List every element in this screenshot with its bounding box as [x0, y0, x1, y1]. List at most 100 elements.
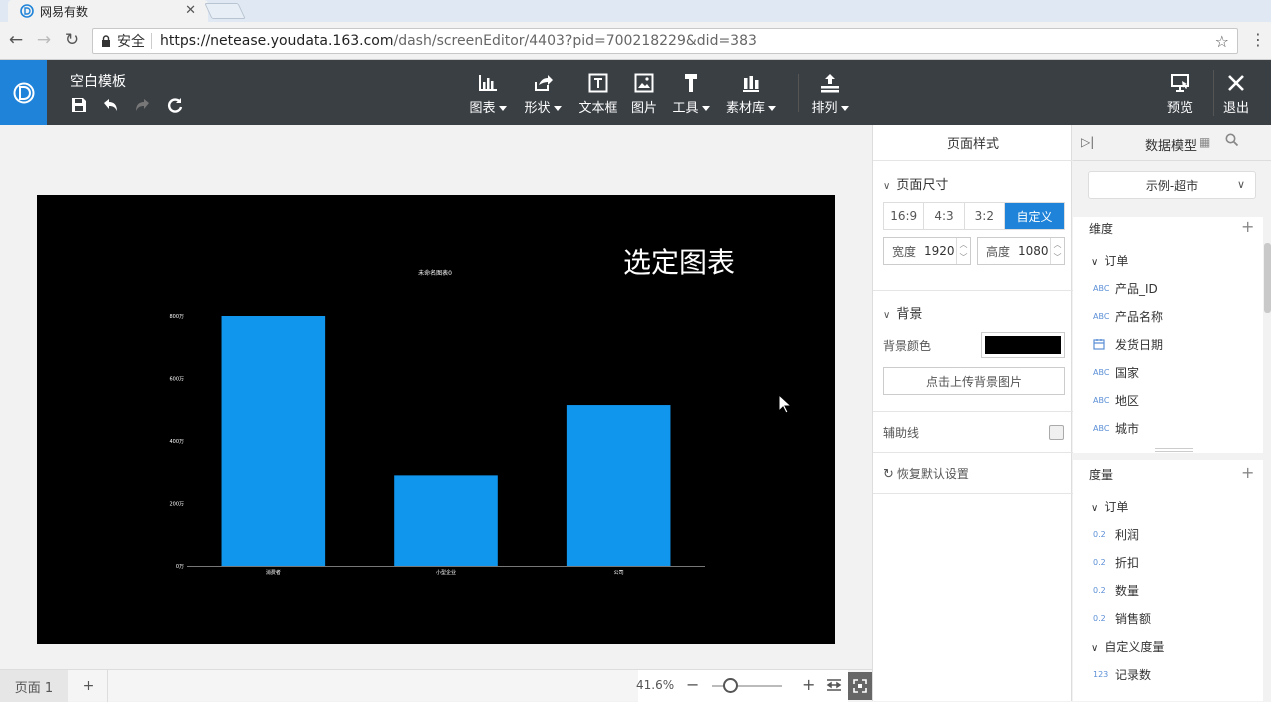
bookmark-star-icon[interactable]: ☆: [1215, 32, 1229, 51]
chevron-down-icon[interactable]: ﹀: [1054, 252, 1062, 263]
measure-field[interactable]: 0.2 利润: [1093, 526, 1139, 543]
new-tab-button[interactable]: [204, 3, 246, 19]
ratio-custom[interactable]: 自定义: [1004, 203, 1064, 229]
height-field[interactable]: 高度 1080 ︿ ﹀: [977, 237, 1065, 265]
scrollbar[interactable]: [1264, 243, 1271, 313]
upload-bg-button[interactable]: 点击上传背景图片: [883, 367, 1065, 395]
page-tab[interactable]: 页面 1: [0, 670, 68, 702]
search-icon[interactable]: [1225, 133, 1239, 151]
ratio-3-2[interactable]: 3:2: [965, 203, 1005, 229]
document-title[interactable]: 空白模板: [70, 71, 126, 91]
dimension-field[interactable]: ABC 城市: [1093, 420, 1139, 437]
page-size-section[interactable]: ∨ 页面尺寸: [883, 174, 948, 193]
refresh-icon[interactable]: [166, 96, 184, 119]
dimension-field[interactable]: ABC 产品_ID: [1093, 280, 1158, 297]
save-icon[interactable]: [70, 96, 88, 119]
screen-canvas[interactable]: 未命名图表0 0万 200万 400万 600万 800万 消费者 小型企业 公司 选定图表: [37, 195, 835, 644]
guide-lines-checkbox[interactable]: [1049, 425, 1064, 440]
ratio-16-9[interactable]: 16:9: [884, 203, 925, 229]
textbox-button[interactable]: 文本框: [578, 72, 618, 116]
forward-icon[interactable]: →: [34, 30, 54, 50]
width-value[interactable]: 1920: [924, 244, 956, 258]
ratio-4-3[interactable]: 4:3: [924, 203, 965, 229]
measure-field[interactable]: 123 记录数: [1093, 666, 1151, 683]
chart-menu[interactable]: 图表: [468, 72, 508, 116]
reload-icon[interactable]: ↻: [62, 30, 82, 50]
redo-icon[interactable]: [134, 96, 152, 119]
reset-defaults-button[interactable]: ↻ 恢复默认设置: [883, 465, 969, 482]
width-field[interactable]: 宽度 1920 ︿ ﹀: [883, 237, 971, 265]
text-type-icon: ABC: [1093, 312, 1110, 321]
address-bar[interactable]: 安全 https://netease.youdata.163.com/dash/…: [92, 28, 1238, 54]
browser-tab[interactable]: 网易有数 ✕: [8, 0, 208, 22]
y-tick-label: 400万: [169, 439, 184, 445]
image-button[interactable]: 图片: [630, 72, 658, 116]
chevron-down-icon: [498, 106, 507, 111]
dimension-field[interactable]: ABC 产品名称: [1093, 308, 1163, 325]
toolbar-divider: [1213, 70, 1214, 116]
browser-toolbar: ← → ↻ 安全 https://netease.youdata.163.com…: [0, 22, 1271, 60]
dimension-field[interactable]: ABC 地区: [1093, 392, 1139, 409]
browser-menu-icon[interactable]: ⋮: [1250, 30, 1266, 49]
add-page-button[interactable]: +: [70, 670, 108, 702]
lock-icon: [102, 35, 110, 47]
chevron-down-icon: ∨: [1091, 643, 1099, 654]
shape-menu-label: 形状: [524, 101, 551, 116]
preview-button[interactable]: 预览: [1164, 72, 1196, 116]
zoom-in-icon[interactable]: +: [802, 675, 815, 694]
custom-measure-group-label: 自定义度量: [1104, 640, 1165, 654]
dimension-field[interactable]: 发货日期: [1093, 336, 1163, 353]
library-icon: [743, 76, 759, 92]
shape-menu[interactable]: 形状: [522, 72, 564, 116]
measure-field[interactable]: 0.2 销售额: [1093, 610, 1151, 627]
hammer-icon: [685, 74, 697, 92]
tools-menu[interactable]: 工具: [670, 72, 712, 116]
width-stepper[interactable]: ︿ ﹀: [956, 238, 970, 264]
back-icon[interactable]: ←: [6, 30, 26, 50]
dimension-field[interactable]: ABC 国家: [1093, 364, 1139, 381]
exit-button[interactable]: 退出: [1222, 72, 1250, 116]
measure-group[interactable]: ∨ 订单: [1091, 498, 1128, 515]
height-value[interactable]: 1080: [1018, 244, 1050, 258]
close-tab-icon[interactable]: ✕: [185, 3, 196, 18]
dimension-group[interactable]: ∨ 订单: [1091, 252, 1128, 269]
resize-handle[interactable]: [1155, 448, 1193, 452]
data-panel-title: 数据模型: [1145, 139, 1198, 154]
y-tick-label: 200万: [169, 502, 184, 508]
zoom-out-icon[interactable]: −: [686, 675, 699, 694]
measure-group-label: 订单: [1104, 500, 1129, 514]
height-stepper[interactable]: ︿ ﹀: [1050, 238, 1064, 264]
number-type-icon: 0.2: [1093, 558, 1106, 567]
youdata-logo-icon: [13, 82, 34, 103]
background-section[interactable]: ∨ 背景: [883, 303, 922, 322]
bg-color-picker[interactable]: [981, 332, 1065, 358]
chevron-up-icon[interactable]: ︿: [1054, 239, 1062, 250]
custom-measure-group[interactable]: ∨ 自定义度量: [1091, 638, 1164, 655]
divider: [873, 411, 1073, 412]
field-name: 产品名称: [1115, 310, 1164, 324]
add-measure-icon[interactable]: +: [1241, 463, 1254, 482]
arrange-menu[interactable]: 排列: [810, 72, 850, 116]
app-logo[interactable]: [0, 60, 47, 125]
url-path: /dash/screenEditor/4403?pid=700218229&di…: [393, 33, 757, 49]
undo-icon[interactable]: [101, 96, 119, 119]
favicon-icon: [20, 4, 34, 18]
measure-field[interactable]: 0.2 数量: [1093, 582, 1139, 599]
chart-bar[interactable]: [566, 405, 671, 566]
zoom-slider-handle[interactable]: [723, 678, 738, 693]
fit-width-icon[interactable]: [826, 677, 844, 695]
chevron-up-icon[interactable]: ︿: [960, 239, 968, 250]
add-dimension-icon[interactable]: +: [1241, 217, 1254, 236]
table-view-icon[interactable]: ▦: [1199, 135, 1210, 149]
chart-bar[interactable]: [221, 316, 326, 566]
chevron-down-icon[interactable]: ﹀: [960, 252, 968, 263]
x-tick-label: 消费者: [266, 569, 281, 576]
bar-chart-icon: [479, 75, 497, 91]
library-menu[interactable]: 素材库: [724, 72, 778, 116]
dataset-select[interactable]: 示例-超市 ∨: [1088, 171, 1256, 199]
chart-bar[interactable]: [394, 475, 498, 566]
collapse-panel-icon[interactable]: ▷|: [1081, 135, 1094, 149]
fit-screen-icon[interactable]: [848, 672, 872, 700]
divider: [873, 290, 1073, 291]
measure-field[interactable]: 0.2 折扣: [1093, 554, 1139, 571]
